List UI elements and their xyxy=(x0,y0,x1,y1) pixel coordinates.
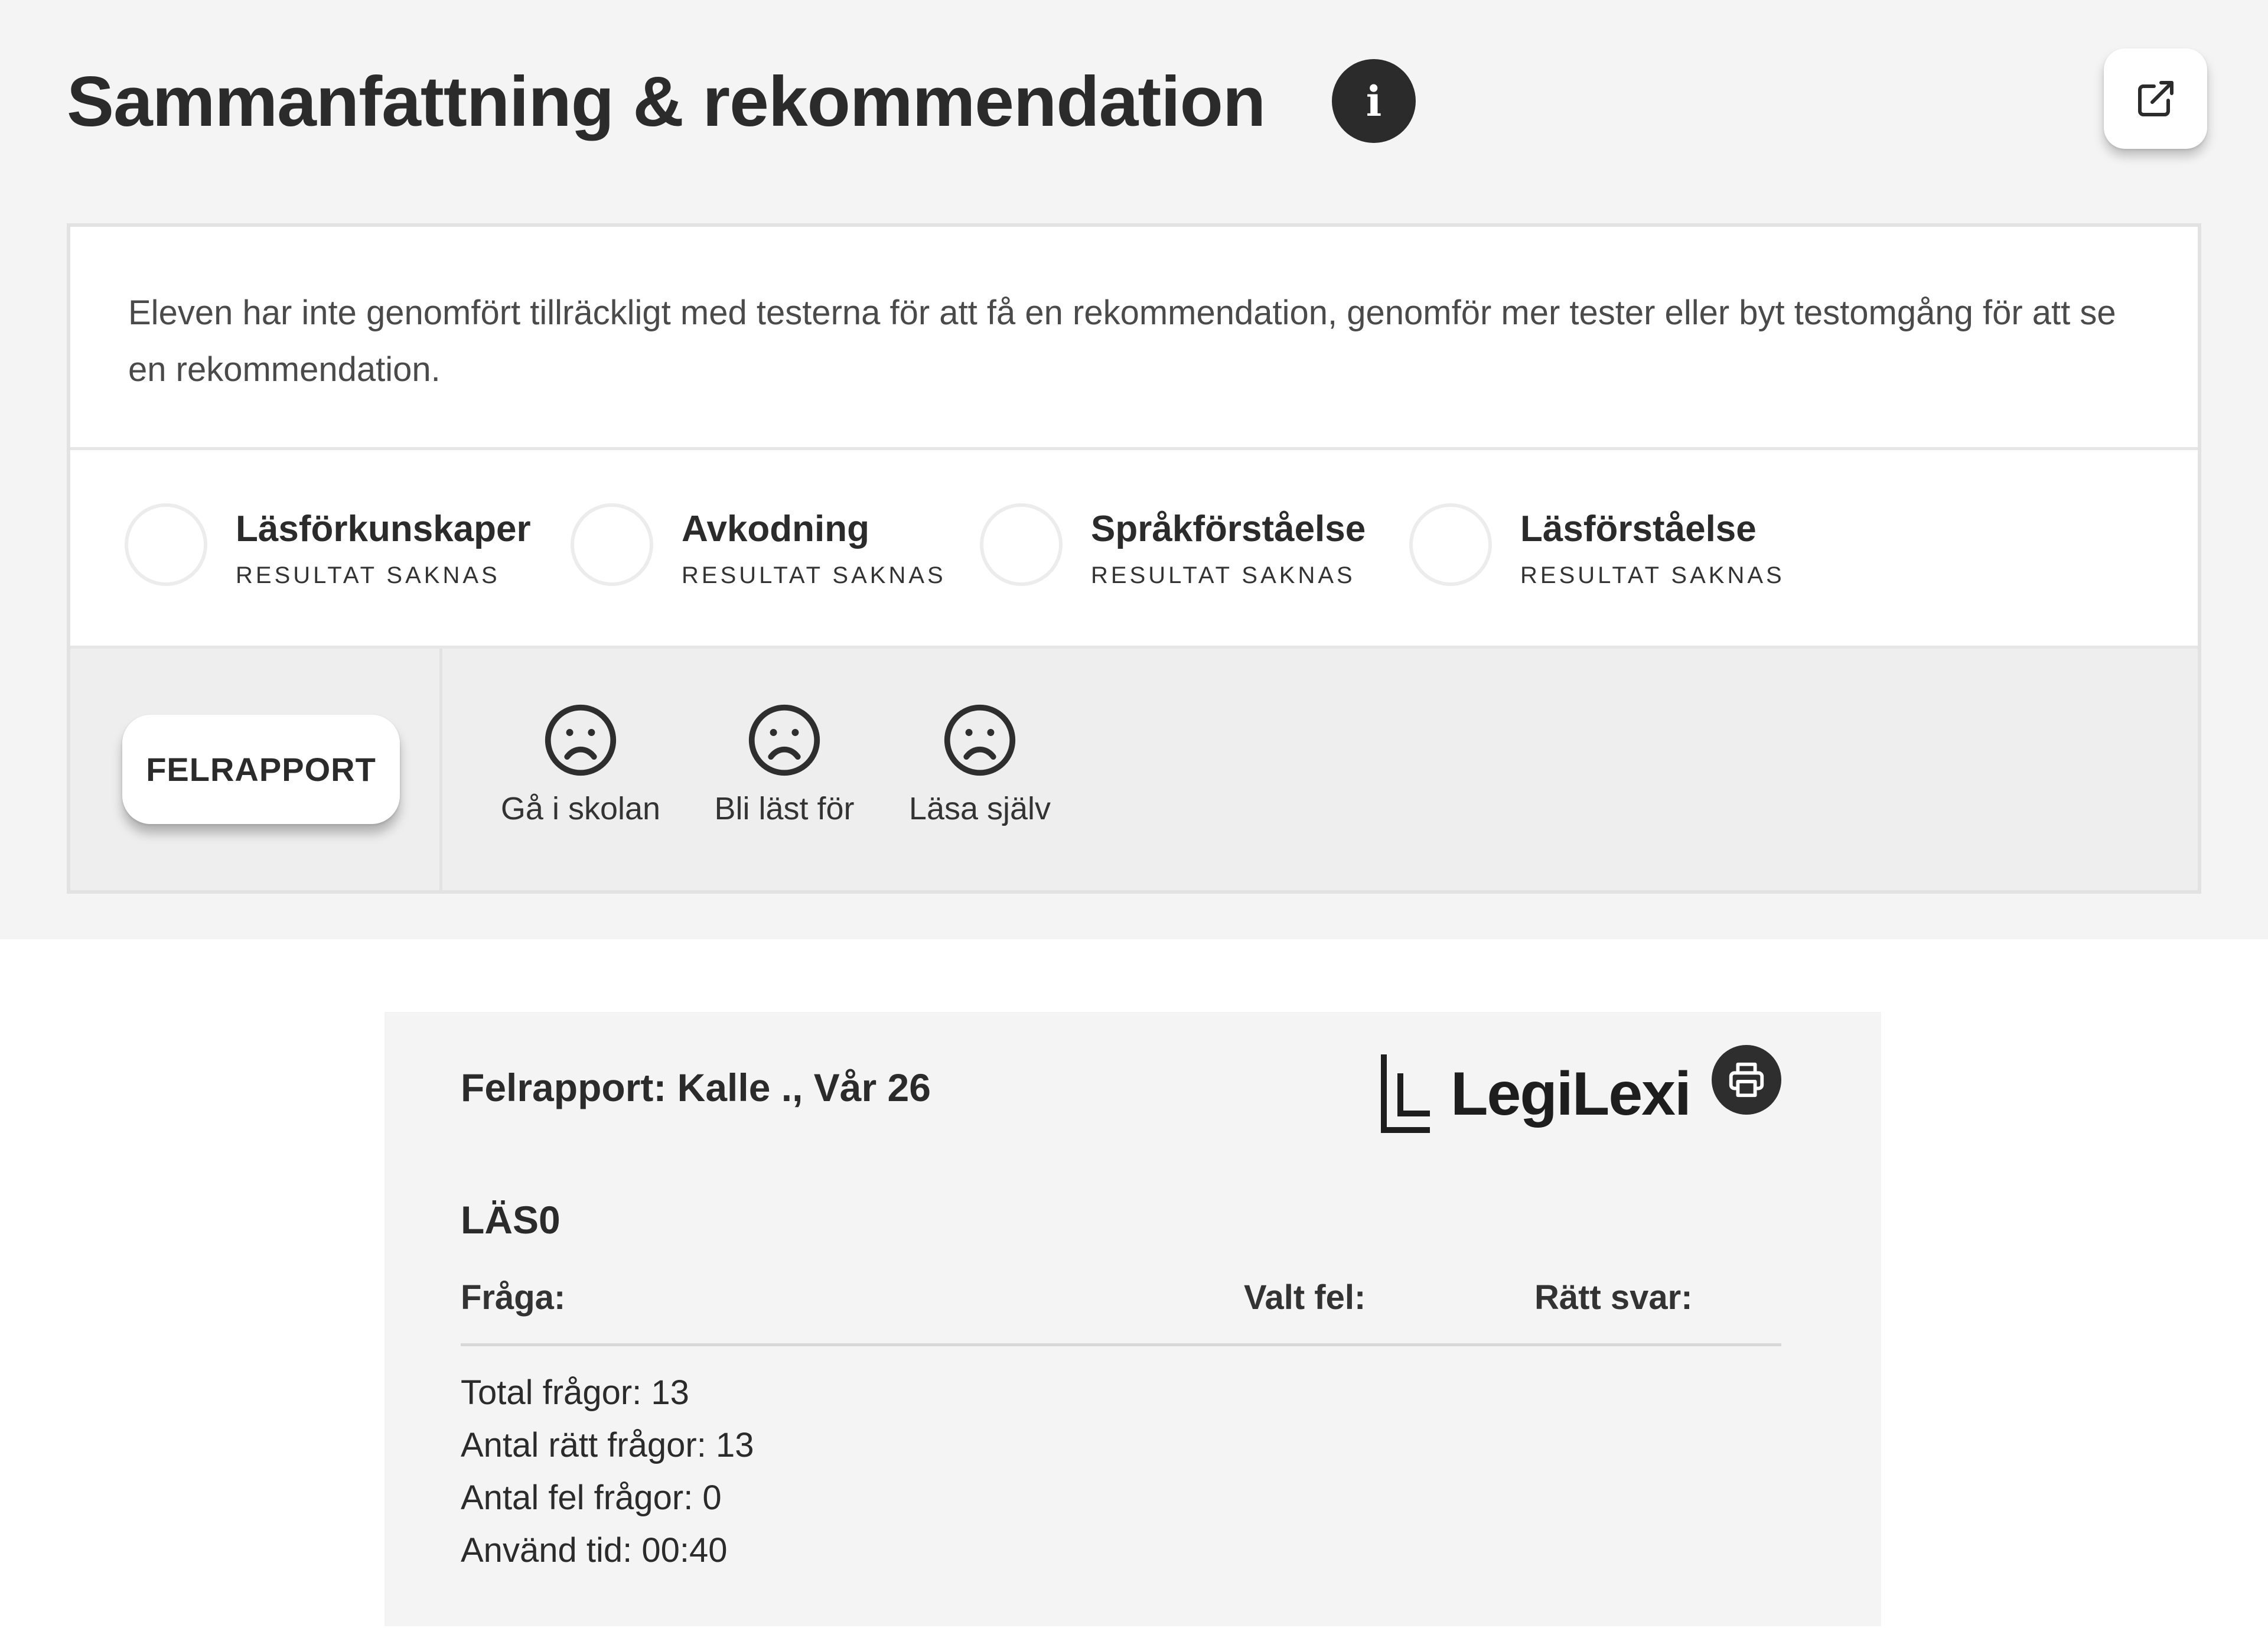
summary-panel: Sammanfattning & rekommendation i Eleven… xyxy=(0,0,2268,939)
mood-lasa-sjalv: Läsa själv xyxy=(891,702,1068,827)
mood-label: Läsa själv xyxy=(908,791,1051,826)
page-title: Sammanfattning & rekommendation xyxy=(67,62,1266,141)
error-report-panel: Felrapport: Kalle ., Vår 26 LegiLexi LÄS… xyxy=(384,1012,1881,1626)
stat-wrong-questions: Antal fel frågor: 0 xyxy=(461,1479,722,1517)
stat-total-questions: Total frågor: 13 xyxy=(461,1373,689,1412)
mood-label: Gå i skolan xyxy=(500,791,661,826)
external-link-icon xyxy=(2137,81,2174,116)
print-button[interactable] xyxy=(1712,1045,1781,1115)
mood-ga-i-skolan: Gå i skolan xyxy=(492,702,669,827)
category-status: RESULTAT SAKNAS xyxy=(236,562,500,588)
category-name: Läsförståelse xyxy=(1520,509,1757,549)
felrapport-button[interactable]: FELRAPPORT xyxy=(122,715,400,824)
test-section-title: LÄS0 xyxy=(461,1198,561,1242)
recommendation-message: Eleven har inte genomfört tillräckligt m… xyxy=(70,227,2198,450)
category-status: RESULTAT SAKNAS xyxy=(1091,562,1355,588)
category-list: Läsförkunskaper RESULTAT SAKNAS Avkodnin… xyxy=(70,450,2198,649)
category-status-circle xyxy=(125,503,207,586)
mood-row: FELRAPPORT Gå i skolan Bli läst för Läsa… xyxy=(70,649,2198,890)
column-header-chosen-wrong: Valt fel: xyxy=(1244,1278,1366,1317)
category-status: RESULTAT SAKNAS xyxy=(1520,562,1785,588)
column-header-correct-answer: Rätt svar: xyxy=(1534,1278,1693,1317)
table-divider xyxy=(461,1343,1781,1346)
legilexi-logo: LegiLexi xyxy=(1377,1047,1692,1136)
sad-face-icon xyxy=(545,704,617,776)
category-status-circle xyxy=(980,503,1063,586)
sad-face-icon xyxy=(748,704,820,776)
category-name: Läsförkunskaper xyxy=(236,509,531,549)
recommendation-card: Eleven har inte genomfört tillräckligt m… xyxy=(67,223,2201,894)
mood-bli-last-for: Bli läst för xyxy=(696,702,873,827)
report-stats: Total frågor: 13 Antal rätt frågor: 13 A… xyxy=(461,1366,754,1577)
category-status-circle xyxy=(571,503,653,586)
category-name: Språkförståelse xyxy=(1091,509,1366,549)
info-icon[interactable]: i xyxy=(1332,59,1416,143)
stat-correct-questions: Antal rätt frågor: 13 xyxy=(461,1426,754,1464)
printer-icon xyxy=(1729,1062,1764,1098)
info-icon-glyph: i xyxy=(1366,76,1382,126)
category-status-circle xyxy=(1409,503,1492,586)
felrapport-cell: FELRAPPORT xyxy=(70,649,442,890)
open-external-button[interactable] xyxy=(2104,48,2207,149)
mood-label: Bli läst för xyxy=(714,791,855,826)
category-name: Avkodning xyxy=(682,509,870,549)
column-header-question: Fråga: xyxy=(461,1278,566,1317)
category-status: RESULTAT SAKNAS xyxy=(682,562,946,588)
report-title: Felrapport: Kalle ., Vår 26 xyxy=(461,1066,931,1109)
sad-face-icon xyxy=(944,704,1016,776)
legilexi-logo-mark xyxy=(1381,1054,1430,1133)
stat-time-used: Använd tid: 00:40 xyxy=(461,1531,728,1570)
logo-text: LegiLexi xyxy=(1451,1060,1692,1128)
